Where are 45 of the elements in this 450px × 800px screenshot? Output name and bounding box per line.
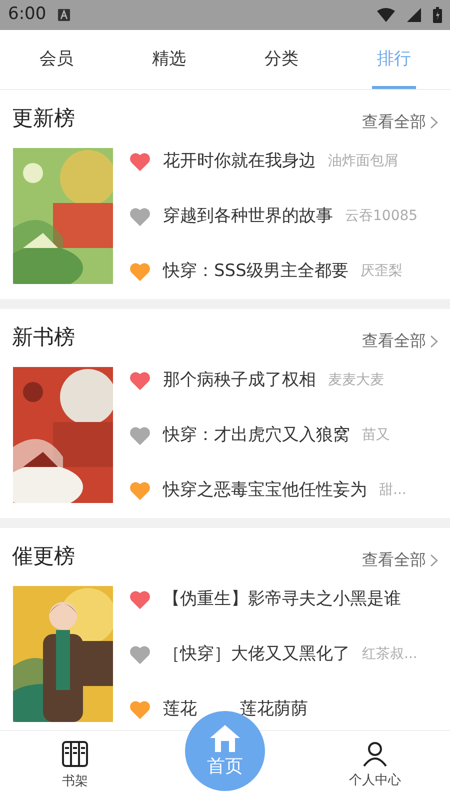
book-author: 麦麦大麦 (328, 371, 384, 390)
book-author: 苗又 (362, 426, 390, 445)
wifi-icon (377, 8, 395, 22)
book-title: 【伪重生】影帝寻夫之小黑是谁 (163, 588, 401, 611)
battery-icon (433, 7, 442, 23)
tab[interactable]: 分类 (225, 30, 338, 89)
book-title: 穿越到各种世界的故事 (163, 204, 333, 228)
book-row[interactable]: 快穿：SSS级男主全都要 厌歪梨 (129, 244, 450, 299)
book-author: 红茶叔... (362, 645, 418, 664)
section-title: 更新榜 (12, 104, 75, 132)
signal-icon (407, 8, 421, 22)
book-title: 快穿之恶毒宝宝他任性妄为 (163, 478, 367, 502)
book-author: 油炸面包屑 (328, 152, 398, 171)
book-row[interactable]: 花开时你就在我身边 油炸面包屑 (129, 134, 450, 189)
section-title: 新书榜 (12, 324, 75, 350)
view-all-link[interactable]: 查看全部 (362, 329, 438, 353)
person-icon (362, 740, 388, 767)
chevron-right-icon (430, 334, 438, 348)
home-icon (208, 722, 242, 752)
book-title: 快穿：SSS级男主全都要 (163, 260, 348, 283)
book-row[interactable]: 快穿之恶毒宝宝他任性妄为 甜... (129, 463, 450, 518)
notification-icon (58, 9, 70, 21)
book-row[interactable]: 快穿：才出虎穴又入狼窝 苗又 (129, 408, 450, 463)
book-author: 云吞10085 (345, 207, 418, 226)
chevron-right-icon (430, 116, 438, 128)
status-time: 6:00 (8, 3, 46, 26)
book-row[interactable]: ［快穿］大佬又又黑化了 红茶叔... (129, 627, 450, 682)
nav-item[interactable]: 个人中心 (300, 731, 450, 800)
book-title: 花开时你就在我身边 (163, 150, 316, 173)
book-title: 那个病秧子成了权相 (163, 368, 316, 392)
view-all-link[interactable]: 查看全部 (362, 110, 438, 134)
tab[interactable]: 精选 (112, 30, 225, 89)
book-title: 快穿：才出虎穴又入狼窝 (163, 424, 350, 447)
book-row[interactable]: 穿越到各种世界的故事 云吞10085 (129, 189, 450, 244)
book-author: 厌歪梨 (360, 262, 402, 281)
book-title: ［快穿］大佬又又黑化了 (163, 642, 350, 666)
section-title: 催更榜 (12, 542, 75, 570)
book-row[interactable]: 那个病秧子成了权相 麦麦大麦 (129, 353, 450, 408)
tab[interactable]: 会员 (0, 30, 112, 89)
book-row[interactable]: 【伪重生】影帝寻夫之小黑是谁 (129, 572, 450, 627)
view-all-link[interactable]: 查看全部 (362, 548, 438, 572)
chevron-right-icon (430, 554, 438, 566)
bookshelf-icon (61, 740, 89, 768)
book-author: 甜... (379, 481, 406, 500)
nav-item[interactable]: 书架 (0, 731, 150, 800)
